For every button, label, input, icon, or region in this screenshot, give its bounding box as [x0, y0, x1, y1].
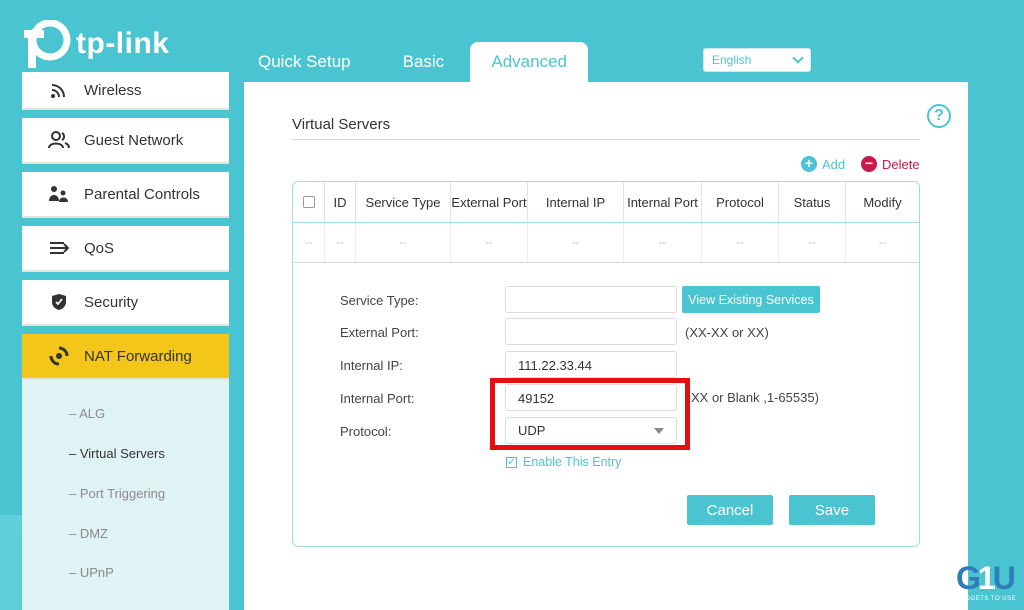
submenu-label: DMZ	[79, 526, 109, 541]
watermark-text: GADGETS TO USE	[956, 596, 1017, 602]
checkbox-checked-icon: ✓	[506, 456, 517, 468]
table-cell: --	[325, 223, 356, 262]
sidebar-item-qos[interactable]: QoS	[22, 226, 229, 272]
table-cell: --	[878, 236, 887, 249]
enable-entry-label: Enable This Entry	[523, 455, 622, 469]
table-cell: --	[779, 223, 846, 262]
internal-ip-input[interactable]: 111.22.33.44	[505, 351, 677, 378]
save-button[interactable]: Save	[789, 495, 875, 525]
protocol-label: Protocol:	[340, 424, 392, 439]
column-header-internal-port: Internal Port	[624, 182, 702, 222]
tab-quick-setup[interactable]: Quick Setup	[244, 42, 365, 82]
external-port-label: External Port:	[340, 325, 419, 340]
nat-icon	[48, 345, 70, 367]
users-icon	[48, 129, 70, 151]
language-value: English	[712, 53, 752, 67]
select-all-checkbox[interactable]	[302, 196, 315, 208]
table-cell: --	[356, 223, 451, 262]
decorative-strip	[0, 515, 22, 610]
column-header-id: ID	[325, 182, 356, 222]
family-icon	[48, 183, 70, 205]
table-header: ID Service Type External Port Internal I…	[293, 182, 919, 223]
table-cell: --	[702, 223, 779, 262]
external-port-input[interactable]	[505, 318, 677, 345]
sidebar-item-label: QoS	[84, 239, 115, 257]
sidebar-item-label: Security	[84, 293, 139, 311]
cancel-button[interactable]: Cancel	[687, 495, 773, 525]
column-header-internal-ip: Internal IP	[528, 182, 624, 222]
tp-link-logo-icon	[24, 20, 71, 68]
tab-basic[interactable]: Basic	[389, 42, 459, 82]
sidebar-item-guest-network[interactable]: Guest Network	[22, 118, 229, 164]
highlight-box	[490, 378, 690, 450]
sidebar-item-parental-controls[interactable]: Parental Controls	[22, 172, 229, 218]
virtual-servers-table: ID Service Type External Port Internal I…	[292, 181, 920, 547]
submenu-item-dmz[interactable]: – DMZ	[69, 526, 108, 541]
internal-ip-label: Internal IP:	[340, 358, 403, 373]
internal-port-hint: XX or Blank ,1-65535)	[691, 390, 819, 405]
sidebar: Wireless Guest Network Parental Controls…	[22, 72, 229, 610]
main-panel: Virtual Servers ? + Add − Delete ID Serv…	[244, 82, 968, 610]
sidebar-item-nat-forwarding[interactable]: NAT Forwarding	[22, 334, 229, 380]
column-header-modify: Modify	[863, 194, 902, 210]
select-all-checkbox-cell[interactable]	[293, 182, 325, 222]
delete-label: Delete	[882, 156, 920, 172]
submenu-item-alg[interactable]: – ALG	[69, 406, 105, 421]
submenu-label: UPnP	[79, 565, 114, 580]
wifi-icon	[48, 79, 70, 101]
table-cell: --	[293, 223, 325, 262]
sidebar-item-label: Parental Controls	[84, 185, 200, 203]
view-existing-services-button[interactable]: View Existing Services	[682, 286, 820, 313]
table-row: -- -- -- -- -- -- -- -- --	[293, 223, 919, 263]
submenu-label: ALG	[79, 406, 106, 421]
submenu-item-virtual-servers[interactable]: – Virtual Servers	[69, 446, 165, 461]
table-cell: --	[451, 223, 528, 262]
watermark-logo: G1U	[956, 560, 1016, 596]
submenu-label: Port Triggering	[79, 486, 166, 501]
gadgets-to-use-watermark: G1U GADGETS TO USE	[956, 560, 1017, 604]
language-select[interactable]: English	[703, 48, 811, 72]
submenu-item-port-triggering[interactable]: – Port Triggering	[69, 486, 165, 501]
submenu-label: Virtual Servers	[79, 446, 165, 461]
shield-icon	[48, 291, 70, 313]
logo-text: tp-link	[76, 27, 170, 60]
table-cell: --	[528, 223, 624, 262]
column-header-service-type: Service Type	[356, 182, 451, 222]
top-nav: Quick Setup Basic Advanced	[244, 42, 589, 82]
add-button[interactable]: + Add	[801, 156, 845, 172]
chevron-down-icon	[792, 52, 804, 64]
delete-button[interactable]: − Delete	[861, 156, 920, 172]
sidebar-item-security[interactable]: Security	[22, 280, 229, 326]
qos-icon	[48, 237, 70, 259]
service-type-input[interactable]	[505, 286, 677, 313]
nat-submenu: – ALG – Virtual Servers – Port Triggerin…	[22, 380, 229, 610]
sidebar-item-label: Wireless	[84, 81, 142, 99]
internal-port-label: Internal Port:	[340, 391, 415, 406]
submenu-item-upnp[interactable]: – UPnP	[69, 565, 114, 580]
add-label: Add	[822, 156, 846, 172]
help-icon[interactable]: ?	[927, 104, 951, 128]
plus-icon: +	[801, 156, 817, 172]
tab-advanced[interactable]: Advanced	[470, 42, 589, 82]
enable-entry-checkbox[interactable]: ✓ Enable This Entry	[506, 455, 621, 469]
column-header-status: Status	[779, 182, 846, 222]
table-cell: --	[624, 223, 702, 262]
title-divider	[292, 139, 920, 140]
column-header-external-port: External Port	[451, 182, 528, 222]
page-title: Virtual Servers	[292, 116, 391, 133]
external-port-hint: (XX-XX or XX)	[685, 325, 769, 340]
sidebar-item-wireless[interactable]: Wireless	[22, 72, 229, 110]
service-type-label: Service Type:	[340, 293, 419, 308]
sidebar-item-label: NAT Forwarding	[84, 347, 192, 365]
minus-icon: −	[861, 156, 877, 172]
column-header-protocol: Protocol	[702, 182, 779, 222]
sidebar-item-label: Guest Network	[84, 131, 184, 149]
tp-link-logo: tp-link	[20, 20, 170, 68]
